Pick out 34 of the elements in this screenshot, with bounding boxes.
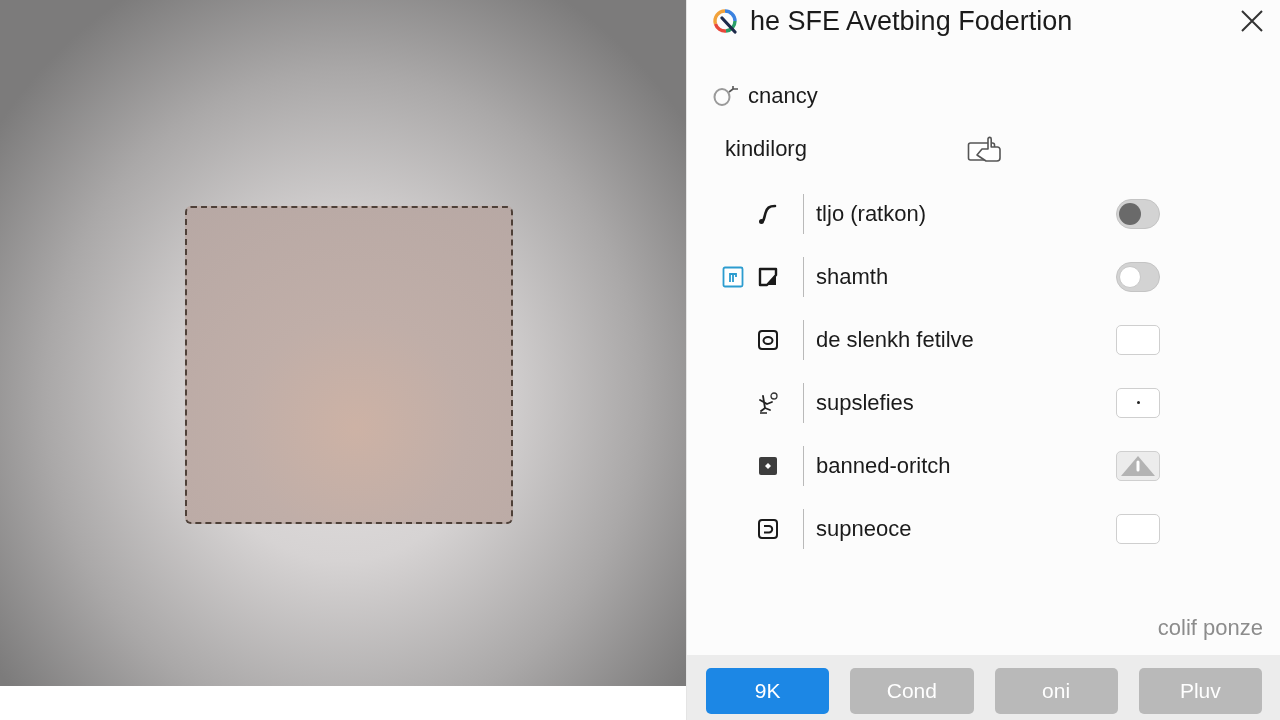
warning-field[interactable]	[1116, 450, 1160, 481]
circle-square-icon	[757, 328, 779, 351]
dialog-button[interactable]: Pluv	[1138, 668, 1262, 714]
diamond-square-icon	[757, 454, 779, 477]
option-label: tljo (ratkon)	[816, 200, 927, 227]
window-title: he SFE Avetbing Fodertion	[750, 5, 1073, 37]
option-label: de slenkh fetilve	[816, 326, 974, 353]
figure-icon	[757, 391, 779, 414]
input-field[interactable]	[1116, 387, 1160, 418]
selection-rectangle[interactable]	[185, 206, 513, 524]
input-field[interactable]	[1116, 513, 1160, 544]
note-icon	[757, 265, 779, 288]
dialog-button[interactable]: oni	[994, 668, 1118, 714]
profile-label: cnancy	[748, 83, 818, 109]
dot-icon	[1136, 401, 1140, 404]
hand-tap-icon	[967, 135, 1003, 163]
toggle-switch[interactable]	[1116, 198, 1160, 229]
toggle-switch[interactable]	[1116, 261, 1160, 292]
close-icon	[1240, 9, 1264, 33]
logo-icon	[712, 8, 738, 34]
primary-button[interactable]: 9K	[706, 668, 830, 714]
group-label: kindilorg	[725, 136, 807, 162]
close-button[interactable]	[1239, 8, 1265, 34]
hint-text: colif ponze	[1157, 615, 1263, 640]
input-field[interactable]	[1116, 324, 1160, 355]
ring-icon	[712, 84, 740, 108]
hook-square-icon	[757, 517, 779, 540]
curve-icon	[757, 202, 779, 225]
warning-icon	[1120, 454, 1156, 477]
option-label: banned-oritch	[816, 452, 951, 479]
option-label: supslefies	[816, 389, 914, 416]
option-label: shamth	[816, 263, 889, 290]
dialog-button[interactable]: Cond	[850, 668, 974, 714]
option-label: supneoce	[816, 515, 912, 542]
